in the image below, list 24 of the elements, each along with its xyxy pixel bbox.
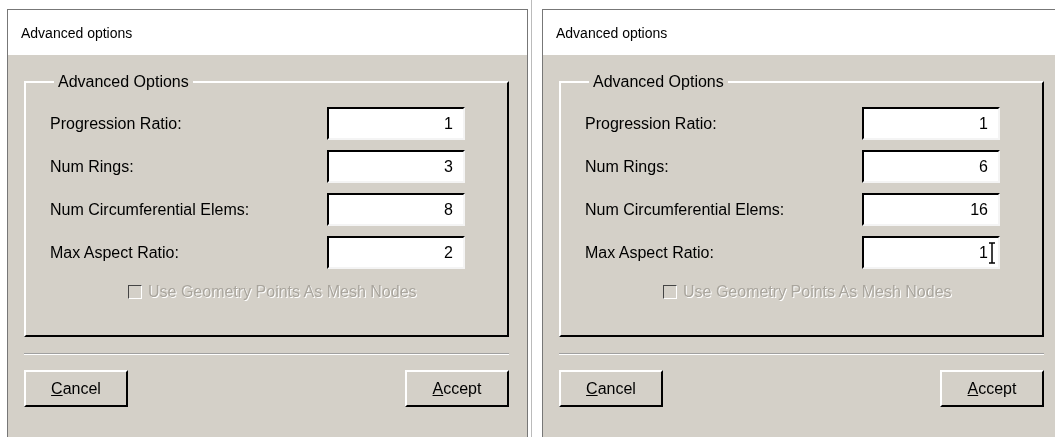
field-label: Progression Ratio: [50, 114, 183, 133]
field-label: Max Aspect Ratio: [50, 243, 180, 262]
number-field[interactable]: 8 [327, 193, 465, 226]
field-label: Num Rings: [50, 157, 135, 176]
field-label: Max Aspect Ratio: [585, 243, 715, 262]
cancel-button[interactable]: Cancel [559, 370, 663, 407]
accept-button[interactable]: Accept [940, 370, 1044, 407]
number-field[interactable]: 1 [327, 107, 465, 140]
number-field[interactable]: 1 [862, 107, 1000, 140]
number-field[interactable]: 3 [327, 150, 465, 183]
number-field[interactable]: 16 [862, 193, 1000, 226]
window-title: Advanced options [556, 24, 668, 41]
field-label: Num Rings: [585, 157, 670, 176]
field-label: Progression Ratio: [585, 114, 718, 133]
window-title: Advanced options [21, 24, 133, 41]
accept-button[interactable]: Accept [405, 370, 509, 407]
cancel-button[interactable]: Cancel [24, 370, 128, 407]
group-title: Advanced Options [57, 73, 190, 91]
field-label: Num Circumferential Elems: [50, 200, 251, 219]
number-field[interactable]: 6 [862, 150, 1000, 183]
number-field[interactable]: 1 [862, 236, 1000, 269]
number-field[interactable]: 2 [327, 236, 465, 269]
field-label: Num Circumferential Elems: [585, 200, 786, 219]
group-title: Advanced Options [592, 73, 725, 91]
